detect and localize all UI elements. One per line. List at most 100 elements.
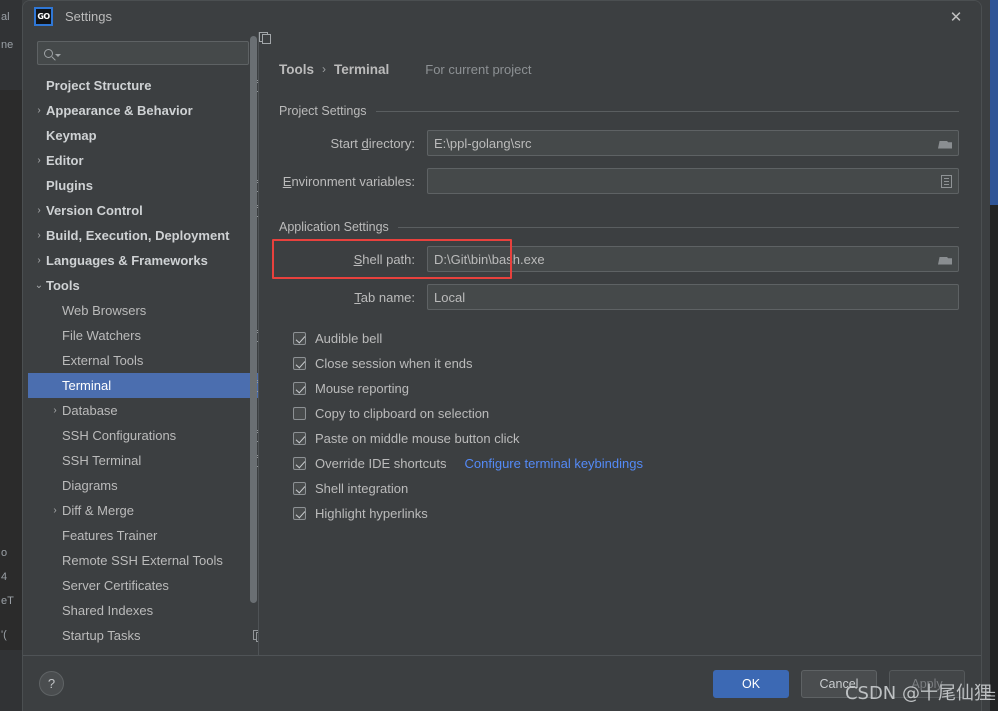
help-button[interactable]: ? <box>39 671 64 696</box>
checkbox-label[interactable]: Override IDE shortcuts <box>315 456 447 471</box>
chevron-right-icon[interactable]: › <box>32 230 46 241</box>
sidebar-item-version-control[interactable]: › Version Control <box>28 198 259 223</box>
ide-background-right-panel <box>990 205 998 711</box>
sidebar-item-tools[interactable]: ⌄ Tools <box>28 273 259 298</box>
checkbox-row: Audible bell <box>293 326 959 351</box>
checkbox-mouse-reporting[interactable] <box>293 382 306 395</box>
checkbox-copy-to-clipboard-on-selection[interactable] <box>293 407 306 420</box>
sidebar-item-label: SSH Configurations <box>62 428 177 443</box>
sidebar-item-external-tools[interactable]: ›External Tools <box>28 348 259 373</box>
checkbox-label[interactable]: Close session when it ends <box>315 356 473 371</box>
checkbox-highlight-hyperlinks[interactable] <box>293 507 306 520</box>
scope-badge: For current project <box>419 62 531 77</box>
tab-name-label: Tab name: <box>354 289 415 305</box>
cancel-button[interactable]: Cancel <box>801 669 877 698</box>
sidebar-item-remote-ssh-external-tools[interactable]: ›Remote SSH External Tools <box>28 548 259 573</box>
sidebar-item-label: Appearance & Behavior <box>46 103 193 118</box>
checkbox-label[interactable]: Audible bell <box>315 331 382 346</box>
checkbox-label[interactable]: Paste on middle mouse button click <box>315 431 520 446</box>
breadcrumb-current: Terminal <box>334 61 390 77</box>
sidebar-item-editor[interactable]: › Editor <box>28 148 259 173</box>
sidebar-item-terminal[interactable]: ›Terminal <box>28 373 259 398</box>
tab-name-row: Tab name: Local <box>279 284 959 310</box>
checkbox-label[interactable]: Mouse reporting <box>315 381 409 396</box>
checkbox-override-ide-shortcuts[interactable] <box>293 457 306 470</box>
search-input[interactable] <box>65 46 242 60</box>
sidebar-item-label: Project Structure <box>46 78 152 93</box>
checkbox-shell-integration[interactable] <box>293 482 306 495</box>
browse-folder-icon[interactable] <box>938 254 952 265</box>
dialog-titlebar: GO Settings ✕ <box>23 1 981 32</box>
chevron-right-icon[interactable]: › <box>32 105 46 116</box>
sidebar-item-appearance-behavior[interactable]: › Appearance & Behavior <box>28 98 259 123</box>
sidebar-item-startup-tasks[interactable]: ›Startup Tasks <box>28 623 259 648</box>
checkbox-row: Shell integration <box>293 476 959 501</box>
ide-background-fragment: al <box>1 11 10 23</box>
sidebar-item-file-watchers[interactable]: ›File Watchers <box>28 323 259 348</box>
apply-button: Apply <box>889 669 965 698</box>
shell-path-label: Shell path: <box>353 251 415 267</box>
configure-terminal-keybindings-link[interactable]: Configure terminal keybindings <box>465 456 643 471</box>
checkbox-row: Close session when it ends <box>293 351 959 376</box>
application-settings-section-header: Application Settings <box>279 220 959 234</box>
sidebar-item-ssh-configurations[interactable]: ›SSH Configurations <box>28 423 259 448</box>
start-directory-value: E:\ppl-golang\src <box>434 135 532 151</box>
chevron-down-icon[interactable]: ⌄ <box>32 280 46 291</box>
project-settings-section-header: Project Settings <box>279 104 959 118</box>
checkbox-close-session-when-it-ends[interactable] <box>293 357 306 370</box>
sidebar-item-label: File Watchers <box>62 328 141 343</box>
checkbox-audible-bell[interactable] <box>293 332 306 345</box>
sidebar-scrollbar[interactable] <box>250 36 257 603</box>
sidebar-item-build-execution-deployment[interactable]: › Build, Execution, Deployment <box>28 223 259 248</box>
chevron-right-icon[interactable]: › <box>48 405 62 416</box>
settings-sidebar: ›Project Structure›Appearance & Behavior… <box>23 32 259 655</box>
sidebar-item-web-browsers[interactable]: ›Web Browsers <box>28 298 259 323</box>
dialog-footer: ? OK Cancel Apply <box>23 655 981 711</box>
settings-tree[interactable]: ›Project Structure›Appearance & Behavior… <box>23 73 259 655</box>
close-icon[interactable]: ✕ <box>943 7 969 27</box>
dialog-body: ›Project Structure›Appearance & Behavior… <box>23 32 981 655</box>
tab-name-input[interactable]: Local <box>427 284 959 310</box>
tab-name-value: Local <box>434 289 466 305</box>
application-settings-title: Application Settings <box>279 220 389 234</box>
dialog-title: Settings <box>65 9 112 24</box>
section-divider <box>375 110 959 112</box>
sidebar-item-keymap[interactable]: ›Keymap <box>28 123 259 148</box>
sidebar-item-features-trainer[interactable]: ›Features Trainer <box>28 523 259 548</box>
sidebar-item-project-structure[interactable]: ›Project Structure <box>28 73 259 98</box>
edit-variables-icon[interactable] <box>941 174 952 188</box>
sidebar-item-server-certificates[interactable]: ›Server Certificates <box>28 573 259 598</box>
sidebar-item-diff-merge[interactable]: › Diff & Merge <box>28 498 259 523</box>
sidebar-item-shared-indexes[interactable]: ›Shared Indexes <box>28 598 259 623</box>
environment-variables-input[interactable] <box>427 168 959 194</box>
browse-folder-icon[interactable] <box>938 138 952 149</box>
terminal-options-list: Audible bell Close session when it ends Mo… <box>279 326 959 526</box>
sidebar-item-database[interactable]: › Database <box>28 398 259 423</box>
goland-logo-icon: GO <box>34 7 53 26</box>
checkbox-label[interactable]: Highlight hyperlinks <box>315 506 428 521</box>
sidebar-item-label: Keymap <box>46 128 97 143</box>
ide-background-fragment: 4 <box>1 571 8 583</box>
sidebar-item-ssh-terminal[interactable]: ›SSH Terminal <box>28 448 259 473</box>
chevron-right-icon[interactable]: › <box>48 505 62 516</box>
search-box[interactable] <box>37 41 249 65</box>
sidebar-item-diagrams[interactable]: ›Diagrams <box>28 473 259 498</box>
checkbox-row: Override IDE shortcuts Configure terminal… <box>293 451 959 476</box>
chevron-right-icon[interactable]: › <box>32 255 46 266</box>
checkbox-label[interactable]: Copy to clipboard on selection <box>315 406 489 421</box>
sidebar-item-label: Remote SSH External Tools <box>62 553 223 568</box>
sidebar-item-plugins[interactable]: ›Plugins <box>28 173 259 198</box>
ok-button[interactable]: OK <box>713 669 789 698</box>
sidebar-item-label: Shared Indexes <box>62 603 154 618</box>
chevron-right-icon[interactable]: › <box>32 205 46 216</box>
ide-background-editor <box>0 90 22 650</box>
start-directory-input[interactable]: E:\ppl-golang\src <box>427 130 959 156</box>
checkbox-label[interactable]: Shell integration <box>315 481 408 496</box>
sidebar-item-languages-frameworks[interactable]: › Languages & Frameworks <box>28 248 259 273</box>
ide-background-fragment: '( <box>1 629 7 641</box>
breadcrumb-parent[interactable]: Tools <box>279 62 314 77</box>
checkbox-paste-on-middle-mouse-button-click[interactable] <box>293 432 306 445</box>
shell-path-value: D:\Git\bin\bash.exe <box>434 251 545 267</box>
shell-path-input[interactable]: D:\Git\bin\bash.exe <box>427 246 959 272</box>
chevron-right-icon[interactable]: › <box>32 155 46 166</box>
